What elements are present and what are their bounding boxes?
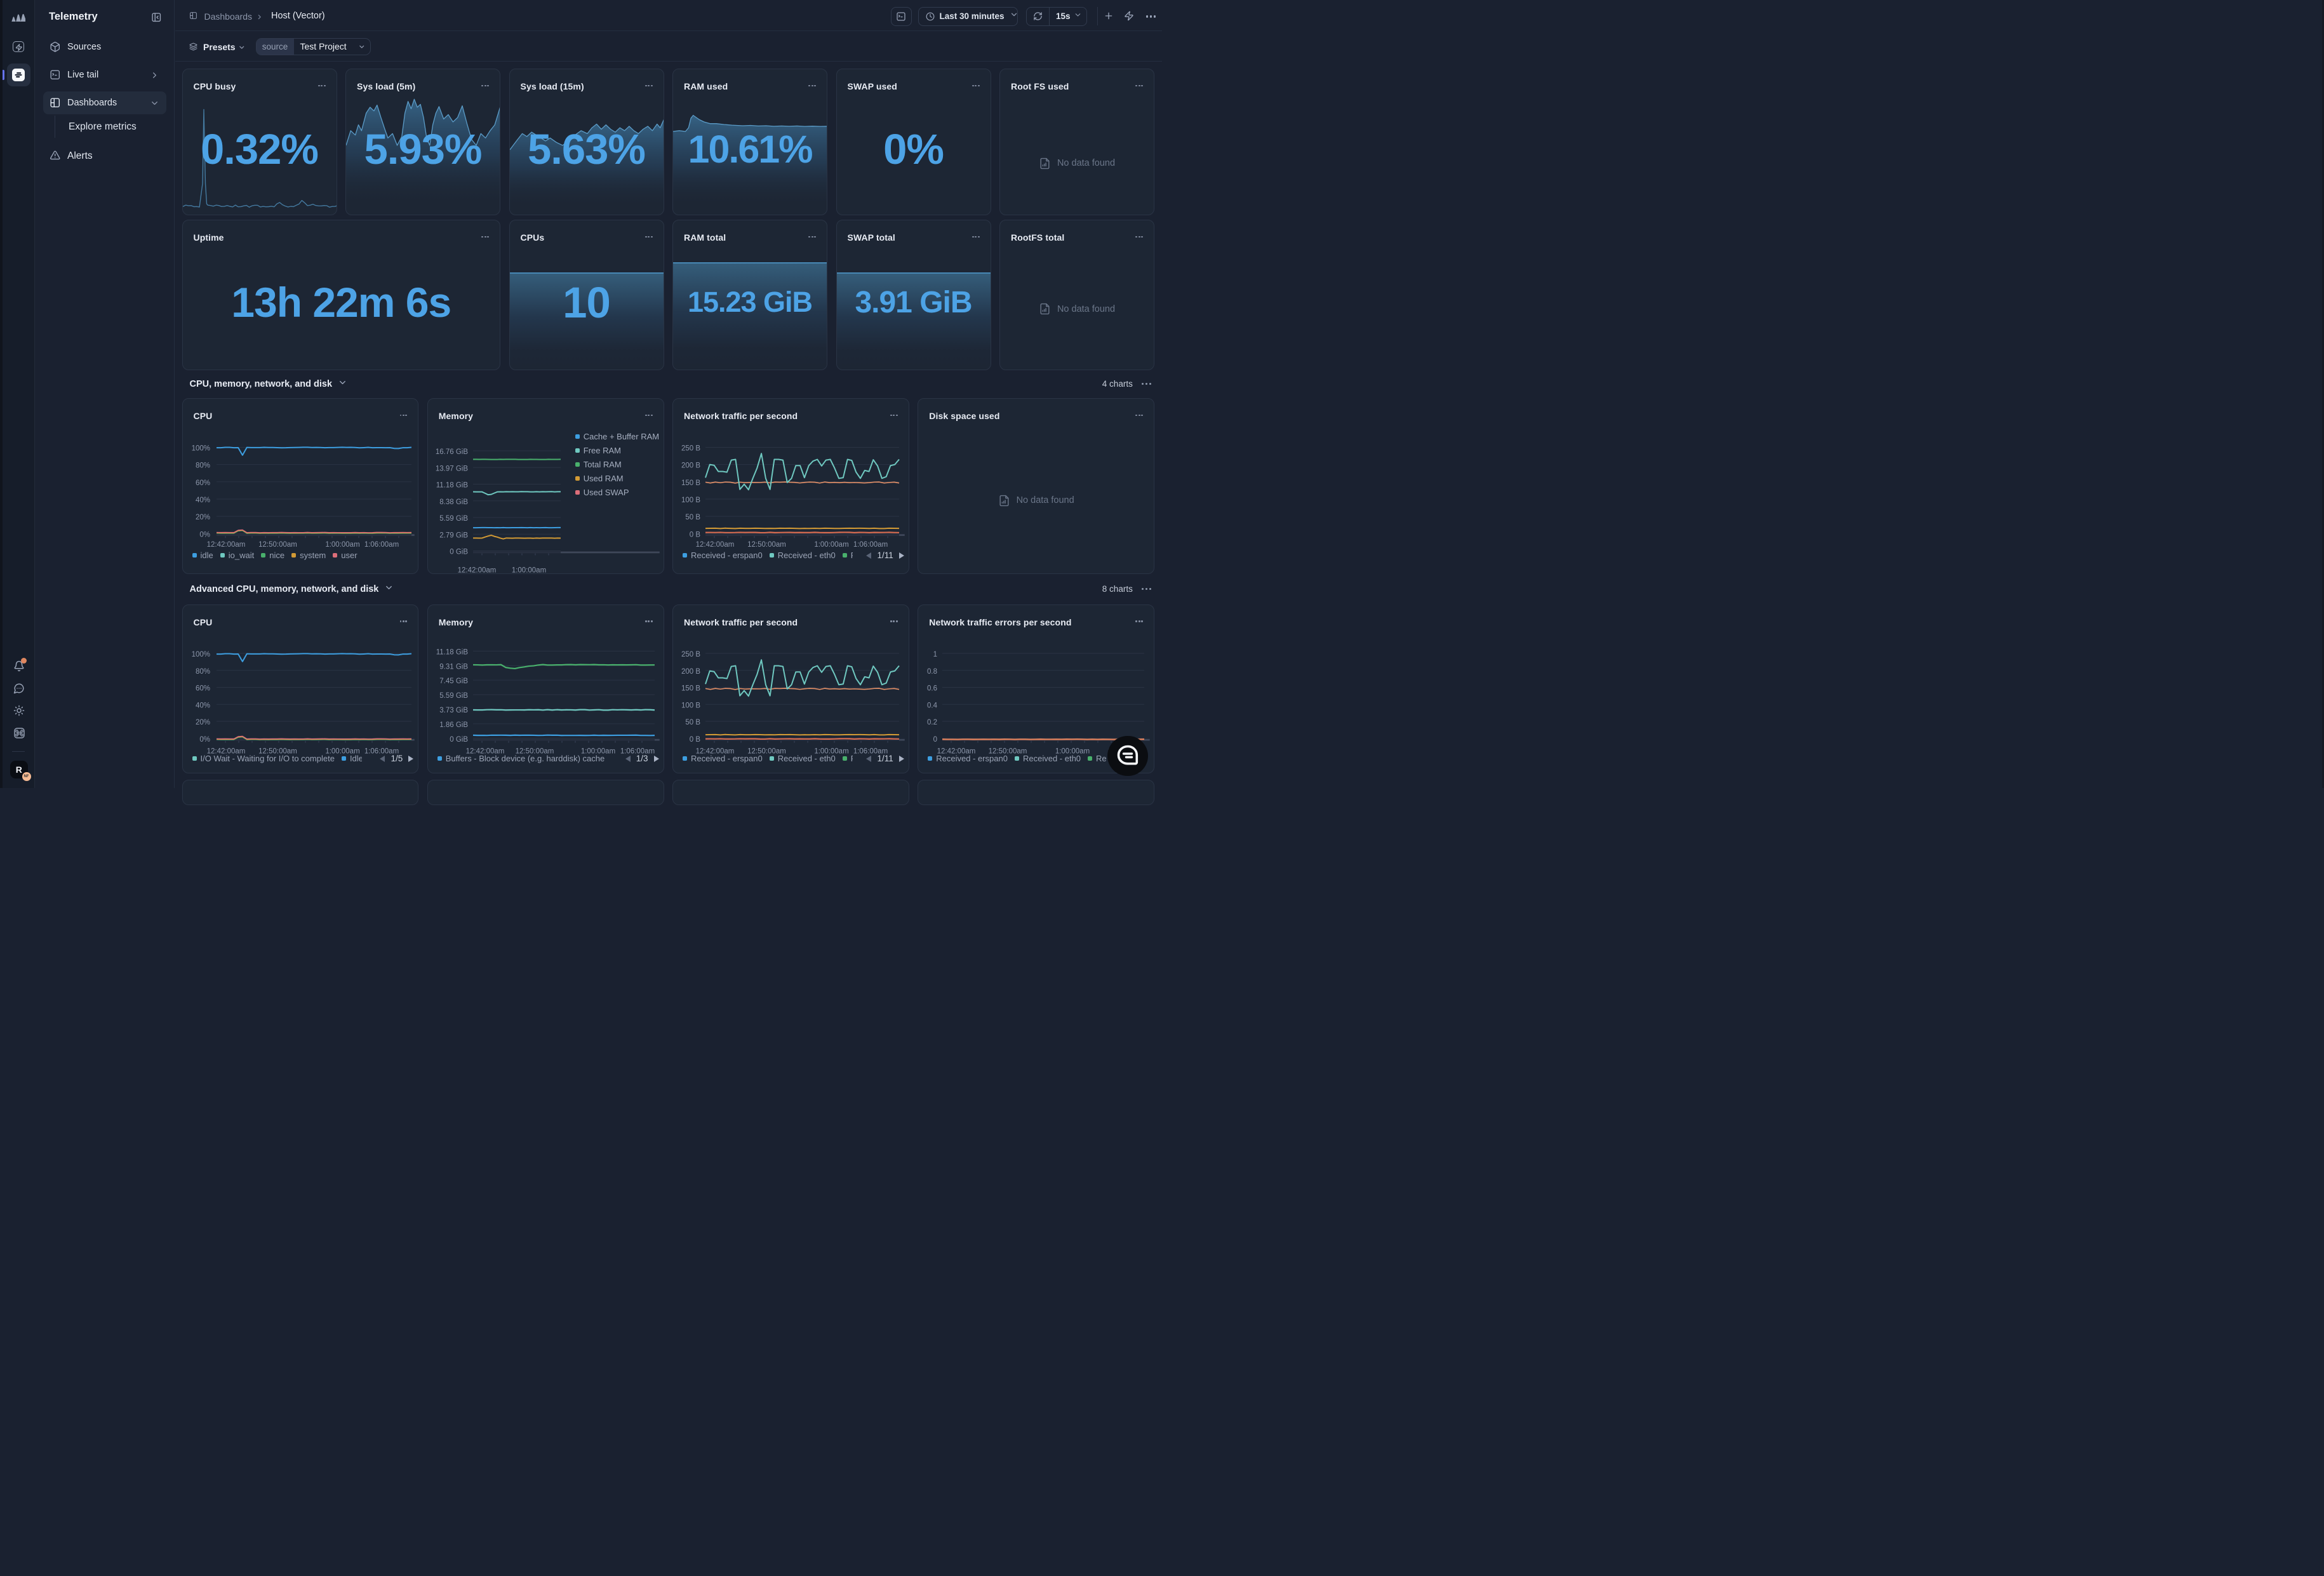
svg-text:40%: 40% — [195, 497, 210, 504]
svg-text:0 GiB: 0 GiB — [450, 735, 468, 743]
svg-text:0 GiB: 0 GiB — [450, 549, 468, 556]
svg-text:60%: 60% — [195, 684, 210, 692]
svg-text:250 B: 250 B — [681, 445, 700, 453]
svg-text:12:50:00am: 12:50:00am — [258, 541, 297, 549]
svg-text:0%: 0% — [199, 531, 210, 538]
svg-text:1:00:00am: 1:00:00am — [512, 567, 546, 575]
svg-text:0.6: 0.6 — [927, 684, 937, 692]
svg-text:200 B: 200 B — [681, 667, 700, 675]
svg-text:40%: 40% — [195, 702, 210, 709]
svg-text:11.18 GiB: 11.18 GiB — [436, 482, 468, 490]
svg-text:1: 1 — [933, 651, 937, 658]
svg-text:0 B: 0 B — [690, 531, 701, 538]
svg-text:2.79 GiB: 2.79 GiB — [439, 531, 468, 539]
svg-text:200 B: 200 B — [681, 462, 700, 470]
svg-text:0: 0 — [933, 735, 937, 743]
svg-text:13.97 GiB: 13.97 GiB — [436, 465, 468, 472]
svg-text:3.73 GiB: 3.73 GiB — [439, 706, 468, 714]
svg-text:20%: 20% — [195, 514, 210, 521]
svg-text:7.45 GiB: 7.45 GiB — [439, 678, 468, 685]
svg-text:150 B: 150 B — [681, 684, 700, 692]
svg-text:100%: 100% — [191, 651, 210, 658]
svg-text:1:00:00am: 1:00:00am — [814, 541, 848, 549]
svg-text:60%: 60% — [195, 479, 210, 487]
svg-text:0.8: 0.8 — [927, 667, 937, 675]
svg-text:8.38 GiB: 8.38 GiB — [439, 498, 468, 506]
svg-text:100 B: 100 B — [681, 702, 700, 709]
svg-text:0%: 0% — [199, 735, 210, 743]
svg-text:250 B: 250 B — [681, 651, 700, 658]
svg-text:12:42:00am: 12:42:00am — [206, 541, 245, 549]
svg-text:0.2: 0.2 — [927, 719, 937, 726]
svg-text:5.59 GiB: 5.59 GiB — [439, 515, 468, 523]
svg-text:5.59 GiB: 5.59 GiB — [439, 692, 468, 700]
svg-text:1:06:00am: 1:06:00am — [364, 541, 398, 549]
svg-text:100 B: 100 B — [681, 497, 700, 504]
svg-text:20%: 20% — [195, 719, 210, 726]
svg-text:0.4: 0.4 — [927, 702, 938, 709]
svg-text:1:00:00am: 1:00:00am — [325, 541, 359, 549]
svg-text:100%: 100% — [191, 445, 210, 453]
svg-text:50 B: 50 B — [685, 719, 700, 726]
svg-text:16.76 GiB: 16.76 GiB — [436, 448, 468, 456]
svg-text:1.86 GiB: 1.86 GiB — [439, 721, 468, 728]
svg-text:12:42:00am: 12:42:00am — [696, 541, 735, 549]
svg-text:11.18 GiB: 11.18 GiB — [436, 648, 468, 656]
svg-text:9.31 GiB: 9.31 GiB — [439, 663, 468, 671]
svg-text:12:42:00am: 12:42:00am — [457, 567, 496, 575]
svg-text:50 B: 50 B — [685, 514, 700, 521]
svg-text:150 B: 150 B — [681, 479, 700, 487]
svg-text:1:06:00am: 1:06:00am — [853, 541, 888, 549]
svg-text:0 B: 0 B — [690, 735, 701, 743]
svg-text:12:50:00am: 12:50:00am — [747, 541, 786, 549]
svg-text:80%: 80% — [195, 462, 210, 470]
svg-text:80%: 80% — [195, 667, 210, 675]
